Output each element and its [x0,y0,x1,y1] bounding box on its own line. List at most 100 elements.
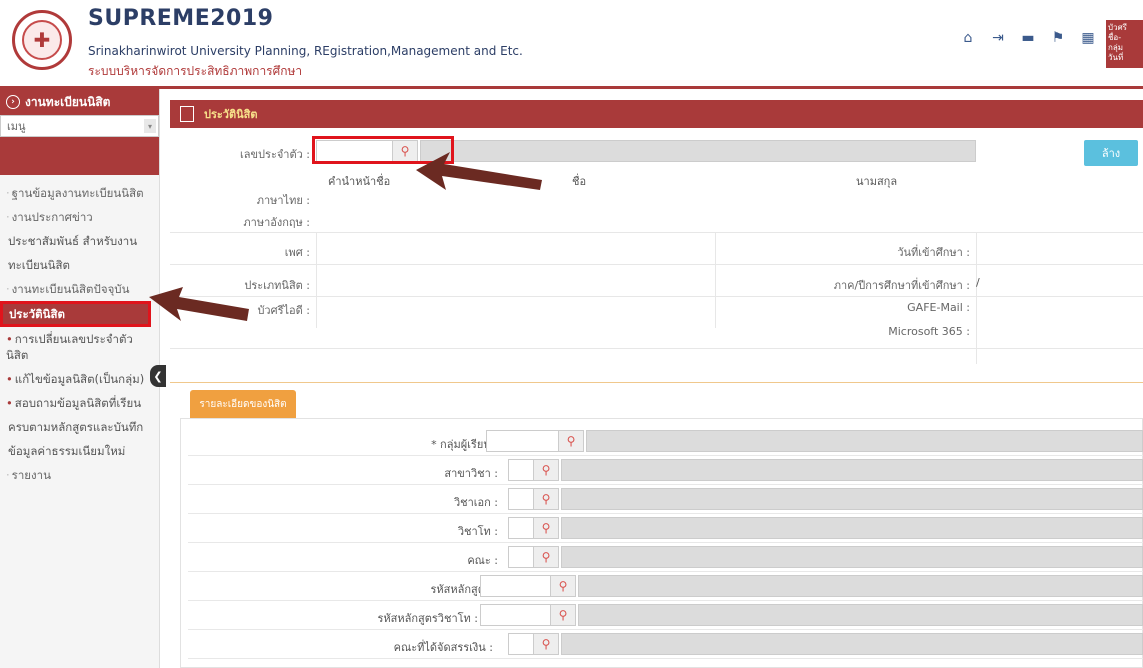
flag-icon[interactable]: ⚑ [1050,30,1066,46]
annotation-arrow-right [416,152,542,190]
user-line: บัวศรี [1108,23,1127,32]
funding-faculty-display [561,633,1143,655]
sidebar-item-change-id[interactable]: • การเปลี่ยนเลขประจำตัวนิสิต [0,327,159,367]
sidebar-item-label: สอบถามข้อมูลนิสิตที่เรียน [14,396,142,410]
curriculum-code-input[interactable] [480,575,560,597]
sidebar-item-label: รายงาน [11,468,51,482]
minor-curriculum-code-input[interactable] [480,604,560,626]
form-row: คณะ : ⚲ [188,544,1143,572]
search-icon[interactable]: ⚲ [533,459,559,481]
sidebar-item-label: ข้อมูลค่าธรรมเนียมใหม่ [8,444,126,458]
sidebar-item-label: แก้ไขข้อมูลนิสิต(เป็นกลุ่ม) [14,372,145,386]
minor-curriculum-code-display [578,604,1143,626]
user-line: กลุ่ม [1108,43,1124,52]
last-name-header: นามสกุล [856,175,898,188]
form-row: สาขาวิชา : ⚲ [188,457,1143,485]
row-divider [170,264,1143,265]
calendar-icon[interactable]: ▦ [1080,30,1096,46]
app-header: ✚ SUPREME2019 Srinakharinwirot Universit… [0,0,1143,89]
minor-label: วิชาโท : [457,525,498,538]
home-icon[interactable]: ⌂ [960,30,976,46]
row-divider [170,296,1143,297]
search-icon[interactable]: ⚲ [550,604,576,626]
tab-student-details[interactable]: รายละเอียดของนิสิต [190,390,296,418]
search-icon[interactable]: ⚲ [533,488,559,510]
chevron-down-icon: ▾ [144,119,156,133]
minor-display [561,517,1143,539]
user-line: ชื่อ- [1108,33,1122,42]
major-display [561,488,1143,510]
user-line: วันที่ [1108,53,1124,62]
sidebar-section-header[interactable]: › งานทะเบียนนิสิต [0,89,159,115]
sidebar-item-query-completed-3[interactable]: ข้อมูลค่าธรรมเนียมใหม่ [0,439,159,463]
form-row: รหัสหลักสูตร : ⚲ [188,573,1143,601]
header-divider [0,86,1143,89]
funding-faculty-label: คณะที่ได้จัดสรรเงิน : [393,641,493,654]
main-panel: ประวัตินิสิต เลขประจำตัว : ⚲ ล้าง คำนำหน… [170,100,1143,668]
major-field-label: สาขาวิชา : [444,467,498,480]
document-icon [180,106,194,122]
name-prefix-header: คำนำหน้าชื่อ [328,175,391,188]
column-divider [715,232,716,328]
sidebar-menu-select[interactable]: เมนู ▾ [0,115,159,137]
form-row: รหัสหลักสูตรวิชาโท : ⚲ [188,602,1143,630]
ms365-label: Microsoft 365 : [888,325,970,338]
column-divider [976,232,977,364]
sidebar-item-bulk-edit[interactable]: • แก้ไขข้อมูลนิสิต(เป็นกลุ่ม) [0,367,159,391]
entry-term-label: ภาค/ปีการศึกษาที่เข้าศึกษา : [833,279,970,292]
university-logo: ✚ [12,10,72,70]
first-name-header: ชื่อ [572,175,587,188]
app-title: SUPREME2019 [88,6,274,31]
sidebar-item-query-completed[interactable]: • สอบถามข้อมูลนิสิตที่เรียน [0,391,159,415]
search-icon[interactable]: ⚲ [533,546,559,568]
sidebar-item-label: ทะเบียนนิสิต [8,258,70,272]
learner-group-display [586,430,1143,452]
sidebar-item-pr-text-2[interactable]: ทะเบียนนิสิต [0,253,159,277]
learner-group-label: * กลุ่มผู้เรียน : [431,438,498,451]
faculty-label: คณะ : [467,554,498,567]
sidebar-item-registration-database[interactable]: · ฐานข้อมูลงานทะเบียนนิสิต [0,181,159,205]
header-icon-bar: ⌂ ⇥ ▬ ⚑ ▦ [960,30,1096,46]
search-icon[interactable]: ⚲ [533,633,559,655]
sidebar-item-query-completed-2[interactable]: ครบตามหลักสูตรและบันทึก [0,415,159,439]
learner-group-input[interactable] [486,430,568,452]
sidebar-band [0,137,159,175]
curriculum-code-display [578,575,1143,597]
form-row: * กลุ่มผู้เรียน : ⚲ [188,428,1143,456]
sidebar-item-label: งานทะเบียนนิสิตปัจจุบัน [11,282,130,296]
major-field-display [561,459,1143,481]
sidebar-item-label: ประวัตินิสิต [9,307,65,321]
sidebar-select-value: เมนู [7,120,26,133]
row-divider [170,348,1143,349]
search-icon[interactable]: ⚲ [550,575,576,597]
sign-out-icon[interactable]: ⇥ [990,30,1006,46]
form-row: วิชาโท : ⚲ [188,515,1143,543]
faculty-display [561,546,1143,568]
app-subtitle-en: Srinakharinwirot University Planning, RE… [88,44,523,58]
search-icon[interactable]: ⚲ [558,430,584,452]
major-label: วิชาเอก : [453,496,498,509]
entry-date-label: วันที่เข้าศึกษา : [897,246,970,259]
sidebar-item-label: ฐานข้อมูลงานทะเบียนนิสิต [11,186,144,200]
search-icon[interactable]: ⚲ [533,517,559,539]
english-name-label: ภาษาอังกฤษ : [243,216,310,229]
sidebar-item-label: ประชาสัมพันธ์ สำหรับงาน [8,234,138,248]
clear-button[interactable]: ล้าง [1084,140,1138,166]
app-subtitle-th: ระบบบริหารจัดการประสิทธิภาพการศึกษา [88,64,303,78]
sidebar-collapse-toggle[interactable]: ❮ [150,365,166,387]
student-id-label: เลขประจำตัว : [240,148,310,161]
sidebar-item-current-registration[interactable]: · งานทะเบียนนิสิตปัจจุบัน [0,277,159,301]
panel-header: ประวัตินิสิต [170,100,1143,128]
form-row: วิชาเอก : ⚲ [188,486,1143,514]
sidebar-item-pr-text[interactable]: ประชาสัมพันธ์ สำหรับงาน [0,229,159,253]
user-info-box[interactable]: บัวศรี ชื่อ- กลุ่ม วันที่ [1106,20,1143,68]
panel-title: ประวัตินิสิต [204,108,258,121]
sidebar-item-student-history[interactable]: ประวัตินิสิต [0,301,151,327]
sidebar-item-label: ครบตามหลักสูตรและบันทึก [8,420,144,434]
keyboard-icon[interactable]: ▬ [1020,30,1036,46]
gender-label: เพศ : [284,246,310,259]
entry-term-value: / [976,276,980,289]
sidebar-item-announcements[interactable]: · งานประกาศข่าว [0,205,159,229]
gafe-mail-label: GAFE-Mail : [907,301,970,314]
sidebar-item-reports[interactable]: · รายงาน [0,463,159,487]
